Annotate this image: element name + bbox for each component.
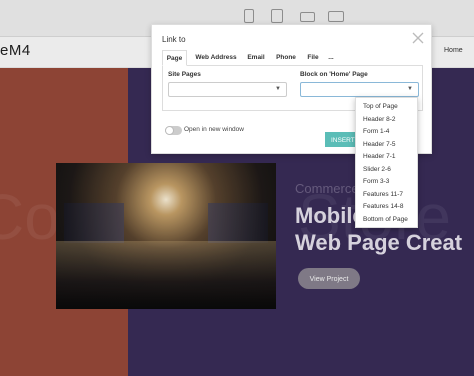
tab-file[interactable]: File: [304, 50, 322, 66]
tab-email[interactable]: Email: [244, 50, 268, 66]
dropdown-option[interactable]: Form 3-3: [363, 178, 389, 185]
dropdown-option[interactable]: Slider 2-6: [363, 166, 391, 173]
dropdown-option[interactable]: Header 7-5: [363, 141, 396, 148]
open-new-window-toggle[interactable]: [165, 126, 182, 135]
dropdown-option[interactable]: Features 14-8: [363, 203, 403, 210]
tab-page[interactable]: Page: [162, 50, 187, 66]
dropdown-option[interactable]: Bottom of Page: [363, 216, 408, 223]
link-type-tabs: Page Web Address Email Phone File ...: [162, 50, 423, 66]
dropdown-option[interactable]: Header 7-1: [363, 153, 396, 160]
open-new-window-label: Open in new window: [184, 126, 244, 133]
chevron-down-icon: ▼: [275, 86, 281, 92]
dropdown-option[interactable]: Form 1-4: [363, 128, 389, 135]
site-pages-select[interactable]: ▼: [168, 82, 287, 97]
tab-phone[interactable]: Phone: [272, 50, 300, 66]
dropdown-option[interactable]: Top of Page: [363, 103, 398, 110]
tab-web-address[interactable]: Web Address: [192, 50, 240, 66]
dropdown-option[interactable]: Header 8-2: [363, 116, 396, 123]
dropdown-option[interactable]: Features 11-7: [363, 191, 403, 198]
tab-more[interactable]: ...: [324, 50, 338, 66]
dialog-title: Link to: [162, 35, 186, 44]
toggle-knob: [165, 126, 174, 135]
site-pages-label: Site Pages: [168, 71, 201, 78]
block-label: Block on 'Home' Page: [300, 71, 368, 78]
chevron-down-icon: ▼: [407, 86, 413, 92]
block-options-dropdown: Top of Page Header 8-2 Form 1-4 Header 7…: [355, 97, 418, 228]
block-select[interactable]: ▼: [300, 82, 419, 97]
close-icon[interactable]: [411, 31, 425, 45]
